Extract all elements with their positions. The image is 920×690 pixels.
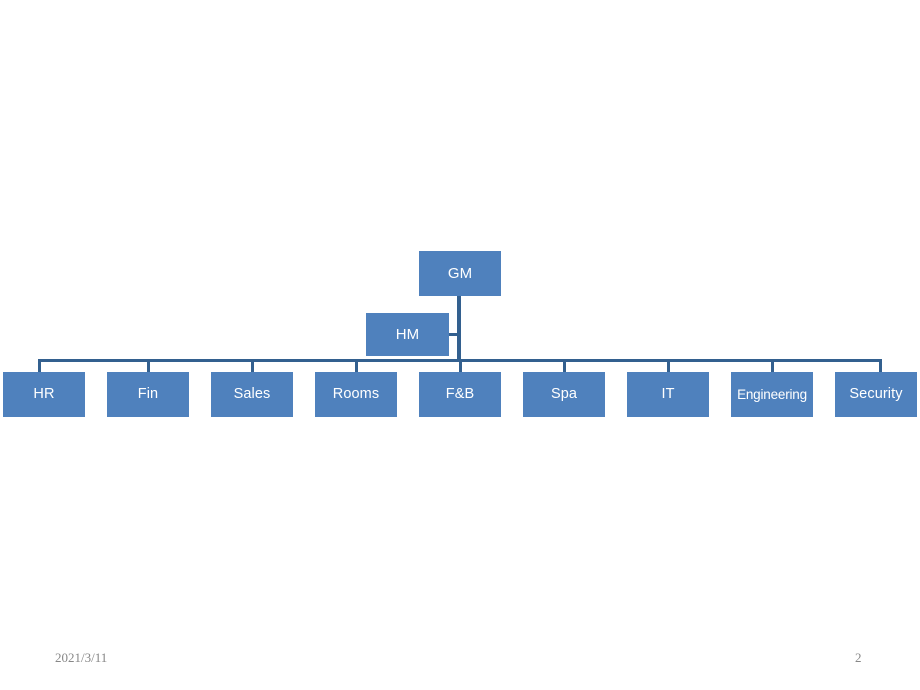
org-node-engineering[interactable]: Engineering	[731, 372, 813, 417]
connector-drop-sales	[251, 360, 254, 372]
connector-drop-rooms	[355, 360, 358, 372]
org-node-rooms[interactable]: Rooms	[315, 372, 397, 417]
connector-drop-fb	[459, 360, 462, 372]
connector-bus-endcap-left	[38, 360, 41, 372]
org-node-it[interactable]: IT	[627, 372, 709, 417]
org-node-hm[interactable]: HM	[366, 313, 449, 356]
connector-hm-stub	[449, 333, 458, 336]
org-node-fb[interactable]: F&B	[419, 372, 501, 417]
slide-canvas: GM HM HR Fin Sales Rooms F&B Spa IT Engi…	[0, 0, 920, 690]
connector-trunk-vertical	[457, 296, 461, 362]
connector-drop-it	[667, 360, 670, 372]
org-node-hr[interactable]: HR	[3, 372, 85, 417]
connector-drop-fin	[147, 360, 150, 372]
org-node-gm[interactable]: GM	[419, 251, 501, 296]
connector-drop-engineering	[771, 360, 774, 372]
org-node-spa[interactable]: Spa	[523, 372, 605, 417]
org-node-security[interactable]: Security	[835, 372, 917, 417]
connector-drop-spa	[563, 360, 566, 372]
connector-bus-endcap-right	[879, 360, 882, 372]
org-node-fin[interactable]: Fin	[107, 372, 189, 417]
footer-date: 2021/3/11	[55, 650, 108, 665]
org-node-sales[interactable]: Sales	[211, 372, 293, 417]
footer-page-number: 2	[855, 650, 862, 665]
